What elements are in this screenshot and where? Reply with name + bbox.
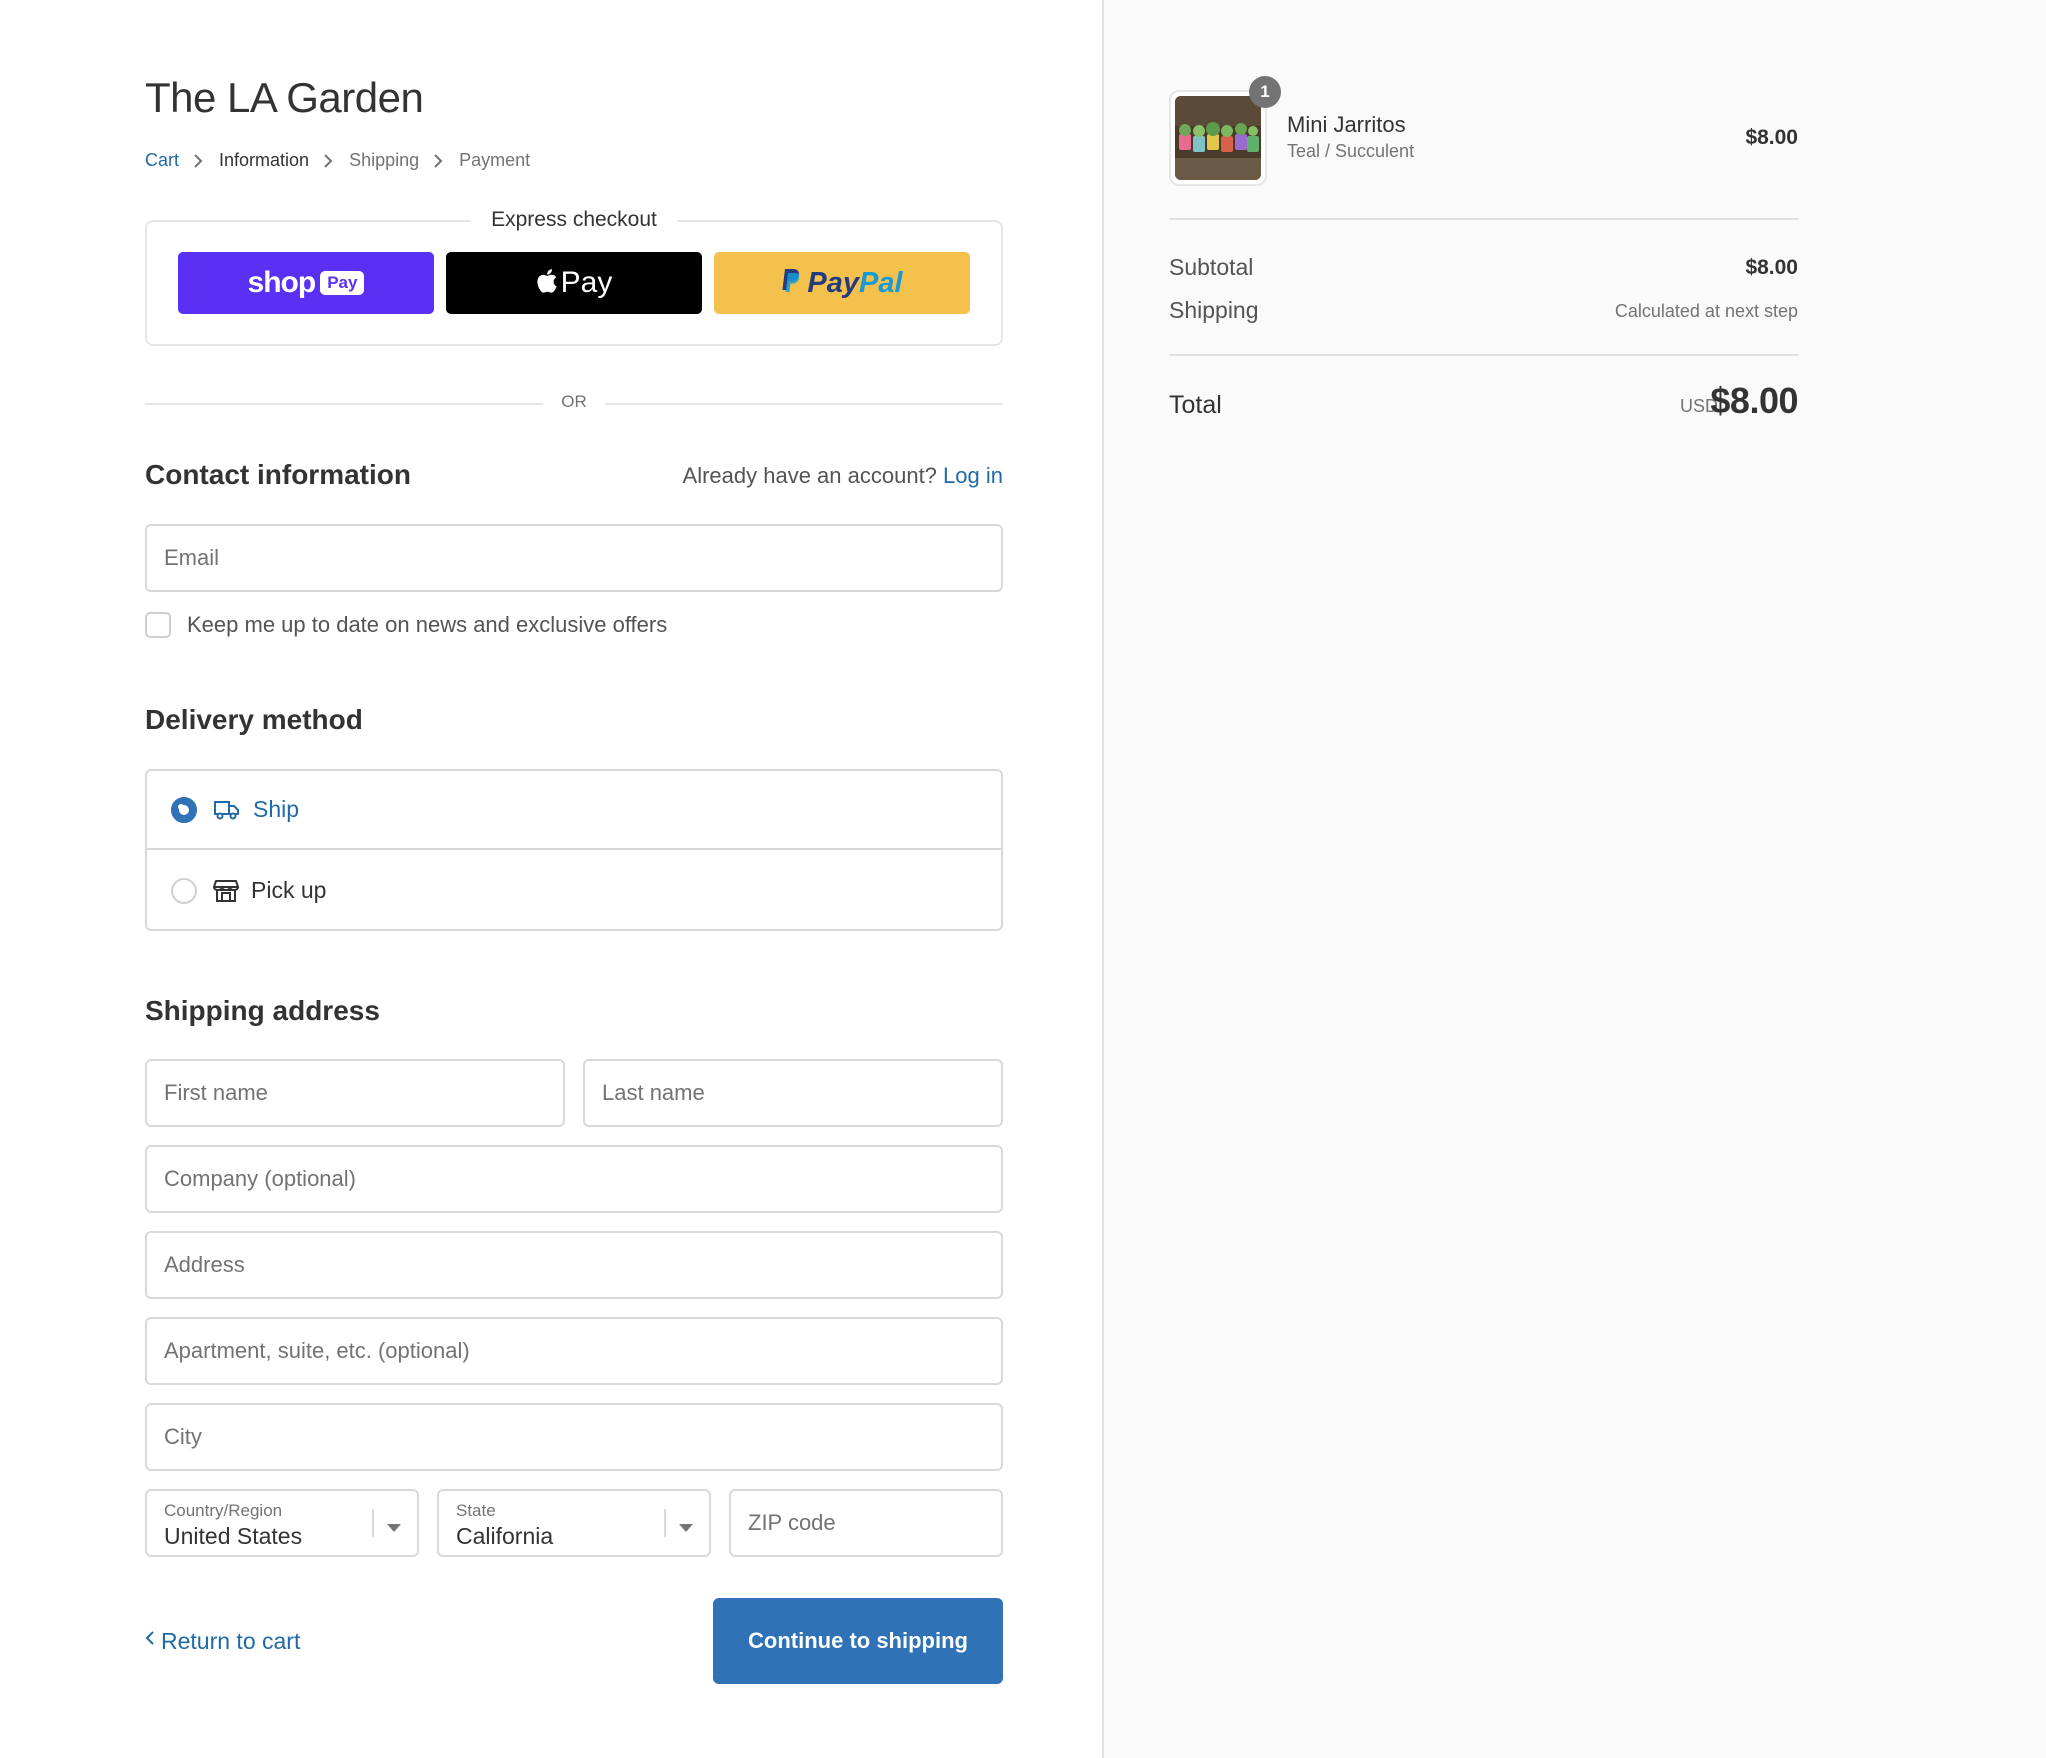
apple-pay-button[interactable]: Pay [446,252,702,314]
store-title: The LA Garden [145,74,424,121]
address-field[interactable] [147,1233,1001,1297]
shipping-address-heading: Shipping address [145,995,380,1026]
country-select-label: Country/Region [164,1501,283,1520]
email-field-wrapper [145,524,1003,592]
summary-divider [1169,354,1799,356]
city-field[interactable] [147,1405,1001,1469]
paypal-wordmark-pay: Pay [807,266,860,299]
zip-field-wrapper [729,1489,1003,1557]
store-icon [213,879,239,903]
chevron-right-icon [193,153,203,169]
product-thumbnail [1169,90,1267,186]
shipping-value: Calculated at next step [1614,301,1798,321]
newsletter-checkbox[interactable] [145,612,171,638]
account-prompt: Already have an account? [682,463,937,488]
apple-logo-icon [536,268,558,299]
first-name-field-wrapper [145,1059,565,1127]
breadcrumb-shipping: Shipping [349,150,420,170]
apartment-field[interactable] [147,1319,1001,1383]
continue-to-shipping-button[interactable]: Continue to shipping [713,1598,1003,1684]
first-name-field[interactable] [147,1061,563,1125]
newsletter-checkbox-row[interactable]: Keep me up to date on news and exclusive… [145,612,667,638]
summary-divider [1169,218,1799,220]
select-separator [372,1509,374,1537]
subtotal-label: Subtotal [1169,254,1254,280]
quantity-badge: 1 [1249,76,1281,108]
express-checkout-title: Express checkout [471,208,677,231]
chevron-left-icon [145,1625,155,1652]
login-link[interactable]: Log in [943,463,1003,488]
company-field-wrapper [145,1145,1003,1213]
shop-pay-wordmark: shop [247,266,317,299]
order-summary: 1 Mini Jarritos Teal / Succulent $8.00 S… [1102,0,2046,1758]
caret-down-icon [387,1519,401,1537]
return-to-cart-label: Return to cart [161,1628,301,1654]
caret-down-icon [679,1519,693,1537]
truck-icon [213,799,241,821]
country-select-value: United States [164,1523,303,1549]
breadcrumb: Cart Information Shipping Payment [145,150,530,171]
shop-pay-button[interactable]: shop Pay [178,252,434,314]
state-select-value: California [456,1523,554,1549]
total-value: $8.00 [1710,380,1798,421]
delivery-option-pickup[interactable]: Pick up [147,851,1001,930]
divider-line [605,403,1003,405]
or-label: OR [561,392,587,411]
paypal-p-icon [781,268,801,299]
country-select[interactable]: Country/Region United States [145,1489,419,1557]
express-checkout: Express checkout shop Pay Pay PayPal [145,208,1003,346]
pickup-radio[interactable] [171,877,197,904]
apartment-field-wrapper [145,1317,1003,1385]
delivery-heading: Delivery method [145,704,363,735]
subtotal-value: $8.00 [1745,256,1798,279]
shipping-label: Shipping [1169,297,1259,323]
checkout-main: The LA Garden Cart Information Shipping … [0,0,1102,1758]
contact-heading: Contact information [145,459,411,490]
total-label: Total [1169,391,1222,419]
ship-radio[interactable] [171,796,197,823]
product-name: Mini Jarritos [1287,112,1406,137]
paypal-button[interactable]: PayPal [714,252,970,314]
address-field-wrapper [145,1231,1003,1299]
select-separator [664,1509,666,1537]
breadcrumb-cart[interactable]: Cart [145,150,179,171]
last-name-field-wrapper [583,1059,1003,1127]
product-variant: Teal / Succulent [1287,141,1415,161]
last-name-field[interactable] [585,1061,1001,1125]
chevron-right-icon [323,153,333,169]
breadcrumb-information: Information [219,150,310,170]
delivery-method-group: Ship Pick up [145,769,1003,931]
pickup-label: Pick up [251,877,327,903]
shop-pay-badge: Pay [320,271,365,295]
account-prompt-line: Already have an account? Log in [683,463,1003,489]
paypal-wordmark-pal: Pal [859,266,903,299]
email-field[interactable] [147,526,1001,590]
state-select-label: State [456,1501,496,1520]
newsletter-label: Keep me up to date on news and exclusive… [187,612,668,637]
city-field-wrapper [145,1403,1003,1471]
return-to-cart-link[interactable]: Return to cart [145,1628,300,1655]
zip-field[interactable] [731,1491,1001,1555]
apple-pay-wordmark: Pay [560,266,613,299]
product-price: $8.00 [1745,126,1798,149]
product-image [1175,96,1261,180]
breadcrumb-payment: Payment [459,150,531,170]
chevron-right-icon [433,153,443,169]
ship-label: Ship [253,796,300,822]
or-divider: OR [145,392,1003,416]
state-select[interactable]: State California [437,1489,711,1557]
delivery-option-ship[interactable]: Ship [147,771,1001,850]
company-field[interactable] [147,1147,1001,1211]
